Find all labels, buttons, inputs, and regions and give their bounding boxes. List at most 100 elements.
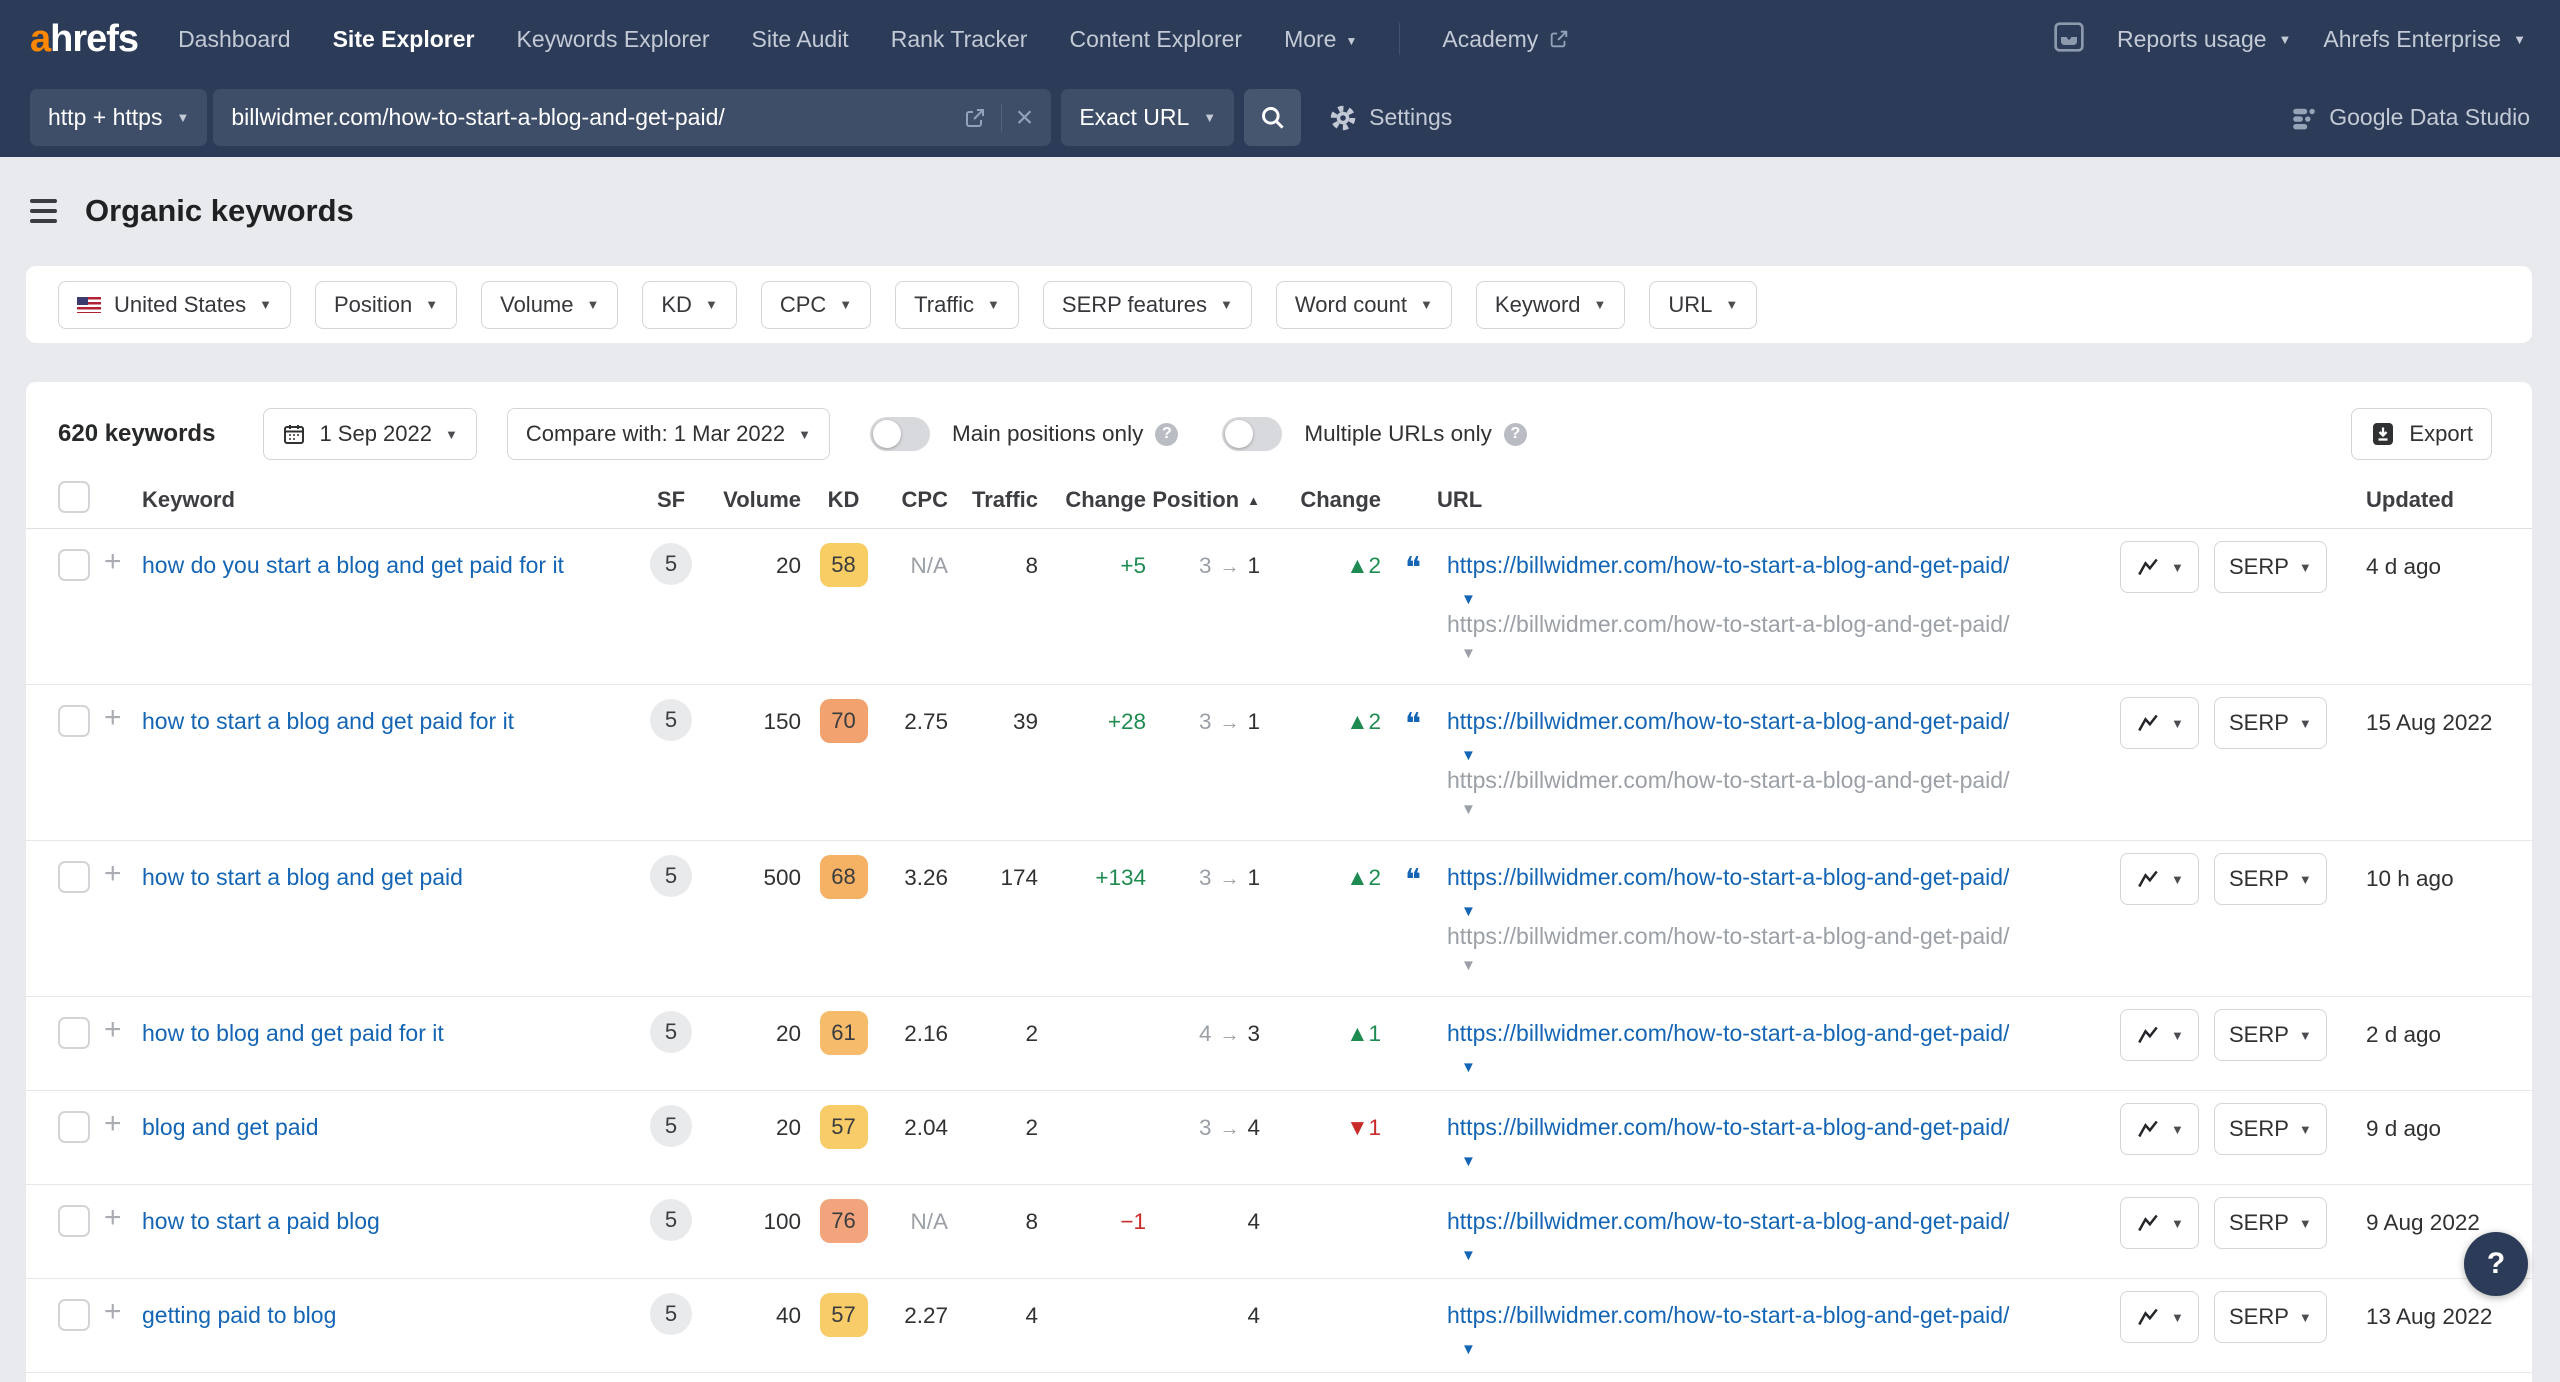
expand-url-caret[interactable]: ▼ — [1461, 592, 2120, 607]
position-history-chart-button[interactable]: ▼ — [2120, 1103, 2199, 1155]
url-link[interactable]: https://billwidmer.com/how-to-start-a-bl… — [1447, 708, 2009, 735]
add-to-list-button[interactable]: + — [104, 529, 142, 579]
serp-button[interactable]: SERP ▼ — [2214, 541, 2327, 593]
position-history-chart-button[interactable]: ▼ — [2120, 1197, 2199, 1249]
nav-item-rank-tracker[interactable]: Rank Tracker — [891, 26, 1028, 53]
serp-button[interactable]: SERP ▼ — [2214, 697, 2327, 749]
row-checkbox[interactable] — [58, 861, 90, 893]
nav-item-site-explorer[interactable]: Site Explorer — [333, 26, 475, 53]
expand-url-caret[interactable]: ▼ — [1461, 904, 2120, 919]
row-checkbox[interactable] — [58, 1299, 90, 1331]
secondary-url-link[interactable]: https://billwidmer.com/how-to-start-a-bl… — [1447, 767, 2120, 794]
header-volume[interactable]: Volume — [706, 487, 801, 513]
keyword-link[interactable]: blog and get paid — [142, 1114, 319, 1140]
add-to-list-button[interactable]: + — [104, 685, 142, 735]
position-history-chart-button[interactable]: ▼ — [2120, 541, 2199, 593]
filter-button-united-states[interactable]: United States ▼ — [58, 280, 291, 329]
row-checkbox[interactable] — [58, 549, 90, 581]
serp-button[interactable]: SERP ▼ — [2214, 1197, 2327, 1249]
filter-button-url[interactable]: URL ▼ — [1649, 280, 1758, 329]
keyword-link[interactable]: how to start a blog and get paid — [142, 864, 463, 890]
nav-item-keywords-explorer[interactable]: Keywords Explorer — [516, 26, 709, 53]
expand-secondary-url-caret[interactable]: ▼ — [1461, 958, 2120, 973]
add-to-list-button[interactable]: + — [104, 1279, 142, 1329]
add-to-list-button[interactable]: + — [104, 1185, 142, 1235]
serp-button[interactable]: SERP ▼ — [2214, 1291, 2327, 1343]
compare-date-button[interactable]: Compare with: 1 Mar 2022 ▼ — [506, 408, 830, 460]
date-picker-button[interactable]: 1 Sep 2022 ▼ — [263, 408, 477, 460]
url-link[interactable]: https://billwidmer.com/how-to-start-a-bl… — [1447, 864, 2009, 891]
header-position-change[interactable]: Change — [1266, 487, 1381, 513]
help-tooltip-icon[interactable]: ? — [1503, 422, 1527, 446]
nav-item-more[interactable]: More ▼ — [1284, 26, 1357, 53]
protocol-dropdown[interactable]: http + https ▼ — [30, 89, 208, 146]
reports-usage-menu[interactable]: Reports usage ▼ — [2117, 26, 2291, 53]
keyword-link[interactable]: how to start a paid blog — [142, 1208, 380, 1234]
position-history-chart-button[interactable]: ▼ — [2120, 1291, 2199, 1343]
header-traffic[interactable]: Traffic — [948, 487, 1038, 513]
add-to-list-button[interactable]: + — [104, 841, 142, 891]
serp-button[interactable]: SERP ▼ — [2214, 1009, 2327, 1061]
add-to-list-button[interactable]: + — [104, 997, 142, 1047]
keyword-link[interactable]: how do you start a blog and get paid for… — [142, 552, 564, 578]
header-kd[interactable]: KD — [801, 487, 886, 513]
position-history-chart-button[interactable]: ▼ — [2120, 1009, 2199, 1061]
row-checkbox[interactable] — [58, 1111, 90, 1143]
nav-item-content-explorer[interactable]: Content Explorer — [1069, 26, 1242, 53]
expand-url-caret[interactable]: ▼ — [1461, 1248, 2120, 1263]
nav-item-dashboard[interactable]: Dashboard — [178, 26, 291, 53]
keyword-link[interactable]: getting paid to blog — [142, 1302, 336, 1328]
filter-button-cpc[interactable]: CPC ▼ — [760, 280, 872, 329]
filter-button-volume[interactable]: Volume ▼ — [481, 280, 619, 329]
help-tooltip-icon[interactable]: ? — [1155, 422, 1179, 446]
filter-button-traffic[interactable]: Traffic ▼ — [895, 280, 1019, 329]
search-mode-dropdown[interactable]: Exact URL ▼ — [1061, 89, 1235, 146]
expand-url-caret[interactable]: ▼ — [1461, 1154, 2120, 1169]
filter-button-word-count[interactable]: Word count ▼ — [1275, 280, 1452, 329]
export-button[interactable]: Export — [2351, 408, 2492, 460]
search-button[interactable] — [1244, 89, 1302, 146]
expand-secondary-url-caret[interactable]: ▼ — [1461, 646, 2120, 661]
url-link[interactable]: https://billwidmer.com/how-to-start-a-bl… — [1447, 1114, 2009, 1141]
row-checkbox[interactable] — [58, 1205, 90, 1237]
position-history-chart-button[interactable]: ▼ — [2120, 853, 2199, 905]
main-positions-only-toggle[interactable] — [869, 417, 930, 451]
filter-button-position[interactable]: Position ▼ — [314, 280, 458, 329]
url-link[interactable]: https://billwidmer.com/how-to-start-a-bl… — [1447, 1208, 2009, 1235]
secondary-url-link[interactable]: https://billwidmer.com/how-to-start-a-bl… — [1447, 923, 2120, 950]
url-link[interactable]: https://billwidmer.com/how-to-start-a-bl… — [1447, 552, 2009, 579]
keyword-link[interactable]: how to blog and get paid for it — [142, 1020, 444, 1046]
expand-secondary-url-caret[interactable]: ▼ — [1461, 802, 2120, 817]
header-url[interactable]: URL — [1381, 487, 2120, 513]
expand-url-caret[interactable]: ▼ — [1461, 1060, 2120, 1075]
multiple-urls-only-toggle[interactable] — [1222, 417, 1283, 451]
select-all-checkbox[interactable] — [58, 481, 90, 513]
account-menu[interactable]: Ahrefs Enterprise ▼ — [2323, 26, 2526, 53]
row-checkbox[interactable] — [58, 705, 90, 737]
header-updated[interactable]: Updated — [2366, 487, 2532, 513]
serp-button[interactable]: SERP ▼ — [2214, 853, 2327, 905]
header-position[interactable]: Position ▲ — [1146, 487, 1266, 513]
target-url-input[interactable]: billwidmer.com/how-to-start-a-blog-and-g… — [213, 89, 1052, 146]
expand-url-caret[interactable]: ▼ — [1461, 748, 2120, 763]
filter-button-keyword[interactable]: Keyword ▼ — [1475, 280, 1626, 329]
keyword-link[interactable]: how to start a blog and get paid for it — [142, 708, 514, 734]
expand-url-caret[interactable]: ▼ — [1461, 1342, 2120, 1357]
header-traffic-change[interactable]: Change — [1038, 487, 1146, 513]
secondary-url-link[interactable]: https://billwidmer.com/how-to-start-a-bl… — [1447, 611, 2120, 638]
nav-item-site-audit[interactable]: Site Audit — [752, 26, 849, 53]
open-external-icon[interactable] — [963, 106, 987, 130]
nav-item-academy[interactable]: Academy — [1442, 26, 1570, 53]
report-menu-icon[interactable] — [30, 199, 57, 223]
add-to-list-button[interactable]: + — [104, 1091, 142, 1141]
google-data-studio-link[interactable]: Google Data Studio — [2291, 104, 2530, 131]
filter-button-kd[interactable]: KD ▼ — [642, 280, 737, 329]
settings-button[interactable]: Settings — [1329, 104, 1452, 132]
clear-input-icon[interactable]: × — [1016, 102, 1034, 133]
header-cpc[interactable]: CPC — [886, 487, 948, 513]
url-link[interactable]: https://billwidmer.com/how-to-start-a-bl… — [1447, 1020, 2009, 1047]
position-history-chart-button[interactable]: ▼ — [2120, 697, 2199, 749]
url-link[interactable]: https://billwidmer.com/how-to-start-a-bl… — [1447, 1302, 2009, 1329]
serp-button[interactable]: SERP ▼ — [2214, 1103, 2327, 1155]
row-checkbox[interactable] — [58, 1017, 90, 1049]
